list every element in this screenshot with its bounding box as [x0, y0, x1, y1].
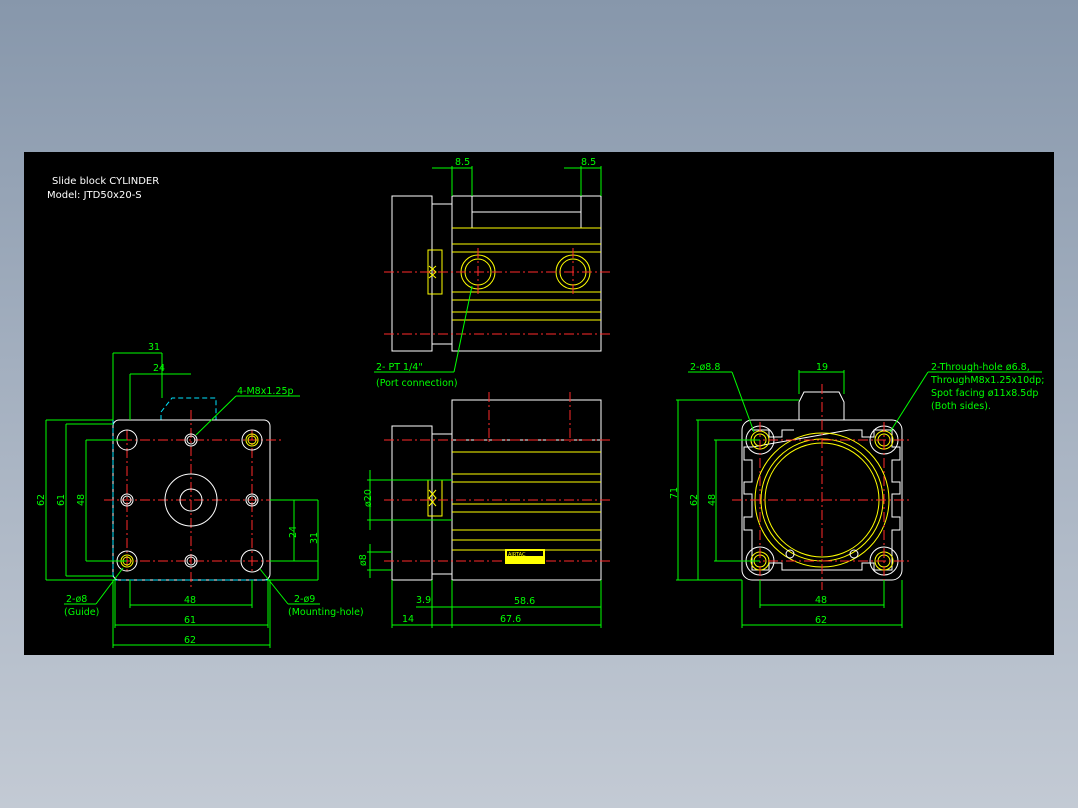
dim-19: 19	[816, 362, 828, 373]
dim-48-h: 48	[184, 595, 196, 606]
dim-31-v: 31	[309, 532, 320, 544]
dim-62-v: 62	[36, 494, 47, 506]
callout-port: 2- PT 1/4"	[376, 362, 423, 373]
dim-24: 24	[153, 363, 165, 374]
dim-8-5-left: 8.5	[455, 157, 470, 168]
top-view-body	[451, 195, 602, 352]
dim-48-v-rear: 48	[707, 494, 718, 506]
dim-62-v-rear: 62	[689, 494, 700, 506]
dim-62-h: 62	[184, 635, 196, 646]
dim-58-6: 58.6	[514, 596, 535, 607]
dim-61-v: 61	[56, 494, 67, 506]
callout-port-note: (Port connection)	[376, 378, 458, 389]
dim-67-6: 67.6	[500, 614, 521, 625]
top-view	[384, 195, 612, 352]
top-view-end-plate	[391, 195, 433, 352]
dim-61-h: 61	[184, 615, 196, 626]
cad-drawing: Slide block CYLINDER Model: JTD50x20-S 3…	[36, 157, 1044, 648]
dim-phi20: ø20	[363, 489, 374, 507]
callout-through-3: Spot facing ø11x8.5dp	[931, 388, 1038, 399]
drawing-canvas: Slide block CYLINDER Model: JTD50x20-S 3…	[24, 152, 1054, 655]
model-label: Model: JTD50x20-S	[47, 190, 142, 201]
dim-31: 31	[148, 342, 160, 353]
side-view-end-plate	[391, 425, 433, 581]
side-view-dimensions: ø20 ø8 3.9 58.6 14 67.6	[358, 470, 602, 628]
callout-through-2: ThroughM8x1.25x10dp;	[930, 375, 1044, 386]
callout-mount: 2-ø9	[294, 594, 315, 605]
dim-3-9: 3.9	[416, 595, 431, 606]
rear-view	[732, 384, 912, 590]
drawing-title: Slide block CYLINDER	[52, 176, 159, 187]
dim-48-h-rear: 48	[815, 595, 827, 606]
callout-phi8-8: 2-ø8.8	[690, 362, 720, 373]
brand-label-text: AIRTAC	[508, 552, 526, 558]
dim-14: 14	[402, 614, 414, 625]
dim-48-v: 48	[76, 494, 87, 506]
callout-m8: 4-M8x1.25p	[237, 386, 294, 397]
callout-mount-note: (Mounting-hole)	[288, 607, 364, 618]
top-view-dimensions: 8.5 8.5 2- PT 1/4" (Port connection)	[374, 157, 602, 389]
dim-8-5-right: 8.5	[581, 157, 596, 168]
front-view	[104, 397, 284, 590]
callout-guide-note: (Guide)	[64, 607, 99, 618]
dim-phi8: ø8	[358, 554, 369, 566]
dim-24-v: 24	[288, 526, 299, 538]
callout-guide: 2-ø8	[66, 594, 87, 605]
front-view-hidden-tab	[160, 397, 217, 420]
dim-62-h-rear: 62	[815, 615, 827, 626]
rear-view-dimensions: 19 2-ø8.8 2-Through-hole ø6.8, ThroughM8…	[669, 362, 1044, 628]
side-view: AIRTAC	[384, 392, 612, 581]
dim-71-v: 71	[669, 487, 680, 499]
callout-through-1: 2-Through-hole ø6.8,	[931, 362, 1030, 373]
front-view-dimensions: 31 24 62 61 48 24 31 48 61 62 4-M8x1.25p…	[36, 342, 364, 648]
callout-through-4: (Both sides).	[931, 401, 991, 412]
